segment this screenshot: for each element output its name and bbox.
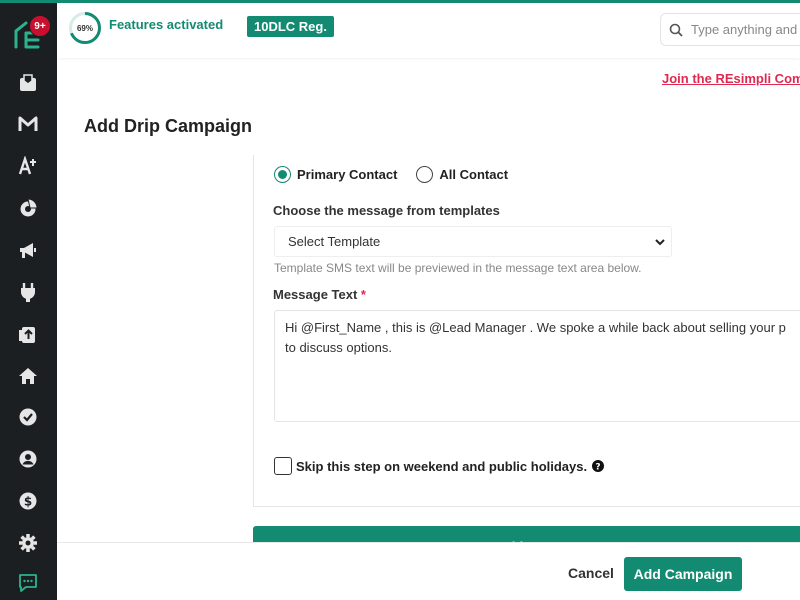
- plug-icon[interactable]: [16, 280, 40, 304]
- progress-percent: 69%: [76, 23, 93, 33]
- dollar-icon[interactable]: $: [16, 489, 40, 513]
- ai-icon[interactable]: [16, 154, 40, 178]
- search-input[interactable]: [691, 22, 800, 37]
- template-label: Choose the message from templates: [273, 203, 500, 218]
- inbox-icon[interactable]: [16, 71, 40, 95]
- add-campaign-button[interactable]: Add Campaign: [624, 557, 742, 591]
- join-community-link[interactable]: Join the REsimpli Com: [662, 71, 800, 86]
- 10dlc-badge[interactable]: 10DLC Reg.: [247, 16, 334, 37]
- search-icon: [669, 23, 683, 37]
- gear-icon[interactable]: [16, 531, 40, 555]
- template-select[interactable]: Select Template: [274, 226, 672, 257]
- user-icon[interactable]: [16, 447, 40, 471]
- analytics-icon[interactable]: [16, 196, 40, 220]
- svg-text:?: ?: [596, 462, 601, 472]
- svg-text:$: $: [24, 495, 32, 509]
- contact-type-radios: Primary Contact All Contact: [274, 166, 527, 183]
- skip-weekend-option[interactable]: Skip this step on weekend and public hol…: [274, 457, 605, 475]
- home-icon[interactable]: [16, 364, 40, 388]
- skip-weekend-checkbox[interactable]: [274, 457, 292, 475]
- top-bar: 69% Features activated 10DLC Reg.: [57, 0, 800, 58]
- page-title: Add Drip Campaign: [84, 116, 253, 136]
- radio-primary-contact[interactable]: Primary Contact: [274, 166, 397, 183]
- notification-badge[interactable]: 9+: [29, 15, 51, 37]
- megaphone-icon[interactable]: [16, 238, 40, 262]
- chat-icon[interactable]: [16, 570, 40, 594]
- template-hint: Template SMS text will be previewed in t…: [274, 261, 642, 275]
- modal-footer: Cancel Add Campaign: [57, 542, 800, 600]
- required-mark: *: [360, 287, 366, 302]
- check-circle-icon[interactable]: [16, 405, 40, 429]
- sidebar: 9+ $: [0, 0, 57, 600]
- message-label: Message Text *: [273, 287, 366, 302]
- message-textarea[interactable]: Hi @First_Name , this is @Lead Manager .…: [274, 310, 800, 422]
- cancel-button[interactable]: Cancel: [568, 565, 614, 581]
- search-box[interactable]: [660, 13, 800, 46]
- upload-icon[interactable]: [16, 322, 40, 346]
- mail-icon[interactable]: [16, 112, 40, 136]
- radio-button[interactable]: [416, 166, 434, 183]
- radio-all-contact[interactable]: All Contact: [416, 166, 508, 183]
- skip-weekend-label: Skip this step on weekend and public hol…: [296, 458, 588, 474]
- chevron-down-icon: [655, 239, 665, 246]
- radio-button[interactable]: [274, 166, 291, 183]
- help-icon[interactable]: ?: [592, 460, 605, 472]
- features-activated-label[interactable]: Features activated: [109, 17, 223, 32]
- template-selected-value: Select Template: [288, 234, 381, 249]
- campaign-step-form: Primary Contact All Contact Choose the m…: [253, 155, 800, 507]
